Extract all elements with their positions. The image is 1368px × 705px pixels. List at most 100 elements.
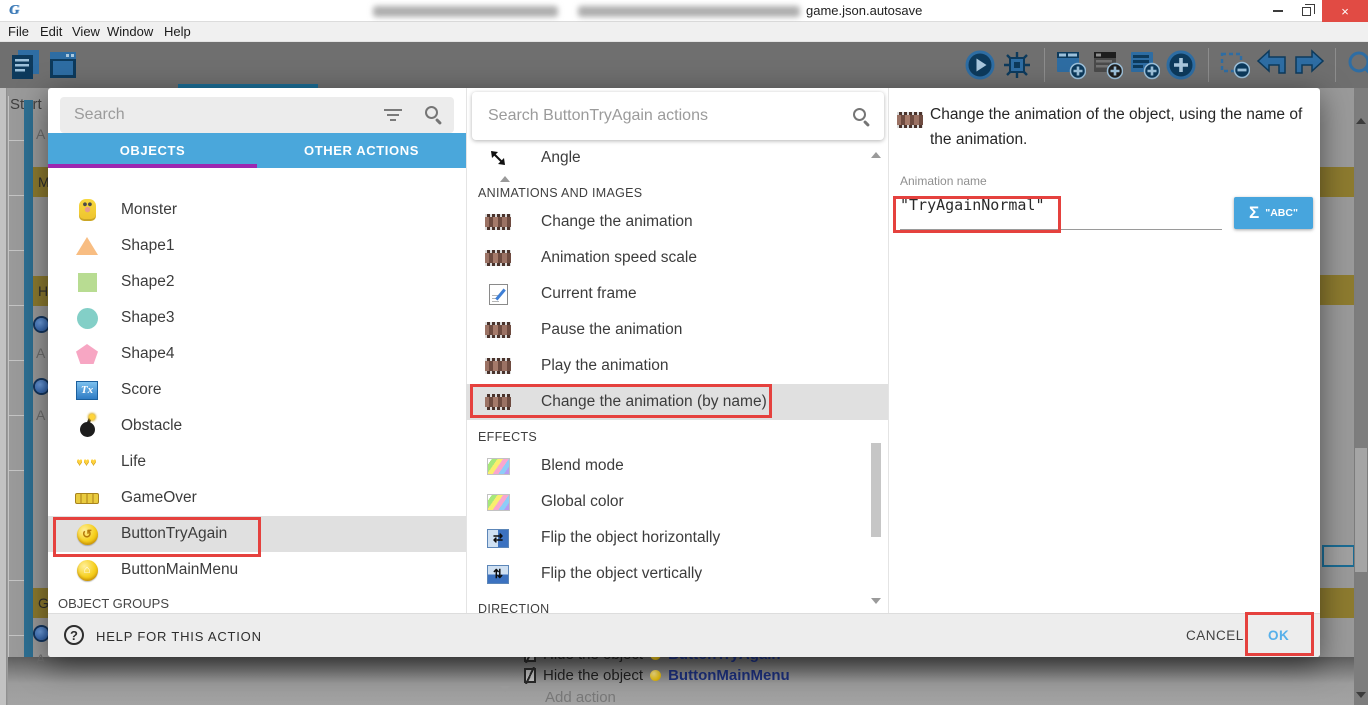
cancel-button[interactable]: CANCEL	[1186, 628, 1244, 643]
left-gutter	[0, 88, 7, 705]
actions-scroll-down-icon[interactable]	[871, 598, 881, 604]
object-list-item[interactable]: Shape2	[48, 264, 466, 300]
add-label-fragment: A	[36, 651, 45, 667]
monster-icon	[79, 199, 96, 221]
toolbar-separator	[1335, 48, 1336, 82]
scroll-down-arrow-icon[interactable]	[1356, 692, 1366, 698]
event-row-yellow: H	[33, 276, 48, 306]
event-row-yellow	[1320, 588, 1354, 618]
close-button[interactable]: ×	[1322, 0, 1368, 22]
restore-button[interactable]	[1292, 0, 1320, 22]
search-icon[interactable]	[1345, 49, 1368, 81]
gdevelop-logo-icon: G	[9, 3, 25, 19]
object-list-item[interactable]: Shape3	[48, 300, 466, 336]
scene-editor-icon[interactable]	[46, 49, 78, 81]
expression-editor-button[interactable]: Σ "ABC"	[1234, 197, 1313, 229]
add-plus-icon[interactable]	[1165, 49, 1197, 81]
object-label: ButtonMainMenu	[121, 561, 238, 579]
action-list-item[interactable]: Blend mode	[466, 448, 888, 484]
add-action-link[interactable]: Add action	[545, 689, 616, 705]
annotation-box-change-animation-by-name	[470, 384, 772, 418]
mainmenu-button-icon: ⌂	[77, 560, 98, 581]
list-scroll-down-icon[interactable]	[500, 686, 510, 692]
action-list-item[interactable]: Pause the animation	[466, 312, 888, 348]
action-list-item[interactable]: Current frame	[466, 276, 888, 312]
action-label: Pause the animation	[541, 321, 682, 339]
film-icon	[485, 358, 511, 374]
action-list-item[interactable]: Animation speed scale	[466, 240, 888, 276]
hide-object-icon	[524, 668, 536, 683]
abc-label: "ABC"	[1265, 207, 1298, 219]
object-list-item[interactable]: Monster	[48, 192, 466, 228]
action-list-item[interactable]: Change the animation	[466, 204, 888, 240]
action-section-header: DIRECTION	[466, 592, 888, 613]
object-list-item[interactable]: Obstacle	[48, 408, 466, 444]
action-label: Blend mode	[541, 457, 624, 475]
app-scrollbar-thumb[interactable]	[1355, 448, 1367, 572]
object-list-item[interactable]: Shape1	[48, 228, 466, 264]
object-search-input[interactable]	[60, 106, 360, 124]
actions-scroll-up-icon[interactable]	[871, 152, 881, 158]
events-sheet-icon[interactable]	[8, 49, 40, 81]
menu-file[interactable]: File	[8, 24, 29, 39]
shape1-triangle-icon	[76, 237, 98, 255]
action-search-input[interactable]	[472, 107, 812, 125]
add-label-fragment: A	[36, 345, 45, 361]
help-link[interactable]: HELP FOR THIS ACTION	[96, 629, 262, 644]
object-label: Shape2	[121, 273, 174, 291]
behavior-gear-icon	[35, 627, 48, 640]
play-icon[interactable]	[964, 49, 996, 81]
action-section-header: ANIMATIONS AND IMAGES	[466, 176, 888, 204]
help-icon[interactable]: ?	[64, 625, 84, 645]
add-label-fragment: A	[36, 126, 45, 142]
action-text: Hide the object	[543, 667, 643, 684]
action-label: Global color	[541, 493, 624, 511]
add-event-icon[interactable]	[1054, 49, 1086, 81]
object-label: GameOver	[121, 489, 197, 507]
app-scrollbar[interactable]	[1354, 88, 1368, 705]
add-subevent-icon[interactable]	[1128, 49, 1160, 81]
menu-window[interactable]: Window	[107, 24, 153, 39]
angle-icon	[487, 147, 509, 169]
action-list-item[interactable]: ⇄Flip the object horizontally	[466, 520, 888, 556]
action-detail-panel: Change the animation of the object, usin…	[888, 88, 1320, 613]
object-list-item[interactable]: Shape4	[48, 336, 466, 372]
scroll-up-arrow-icon[interactable]	[1356, 118, 1366, 124]
menu-help[interactable]: Help	[164, 24, 191, 39]
window-title: game.json.autosave	[806, 3, 922, 18]
annotation-box-animation-name-value	[893, 196, 1061, 233]
undo-icon[interactable]	[1255, 49, 1287, 81]
tab-other-actions[interactable]: OTHER ACTIONS	[257, 133, 466, 168]
object-list-item[interactable]: ♥♥♥Life	[48, 444, 466, 480]
action-list-item[interactable]: Global color	[466, 484, 888, 520]
event-row-yellow	[1320, 167, 1354, 197]
menu-edit[interactable]: Edit	[40, 24, 62, 39]
add-comment-icon[interactable]	[1091, 49, 1123, 81]
redo-icon[interactable]	[1292, 49, 1324, 81]
search-icon[interactable]	[425, 106, 438, 119]
filter-icon[interactable]	[384, 109, 402, 121]
action-list-item[interactable]: Play the animation	[466, 348, 888, 384]
search-icon[interactable]	[853, 108, 866, 121]
remove-selection-icon[interactable]	[1218, 49, 1250, 81]
action-label: Flip the object horizontally	[541, 529, 720, 547]
object-list-item[interactable]: GameOver	[48, 480, 466, 516]
object-list-item[interactable]: TxScore	[48, 372, 466, 408]
sigma-icon: Σ	[1249, 203, 1259, 223]
object-list-item[interactable]: ⌂ ButtonMainMenu	[48, 552, 466, 588]
behavior-gear-icon	[35, 318, 48, 331]
menu-view[interactable]: View	[72, 24, 100, 39]
event-action-row[interactable]: Hide the objectButtonMainMenu	[524, 667, 790, 684]
action-list-item[interactable]: Angle	[466, 140, 888, 176]
object-thumbnail-icon	[650, 670, 661, 681]
objects-tabs: OBJECTSOTHER ACTIONS	[48, 133, 466, 168]
blurred-path-segment	[578, 6, 800, 17]
object-label: Shape1	[121, 237, 174, 255]
debug-icon[interactable]	[1001, 49, 1033, 81]
object-label: Shape3	[121, 309, 174, 327]
blurred-path-segment	[373, 6, 558, 17]
actions-scrollbar-thumb[interactable]	[871, 443, 881, 537]
minimize-button[interactable]	[1264, 0, 1292, 22]
tab-objects[interactable]: OBJECTS	[48, 133, 257, 168]
action-list-item[interactable]: ⇅Flip the object vertically	[466, 556, 888, 592]
